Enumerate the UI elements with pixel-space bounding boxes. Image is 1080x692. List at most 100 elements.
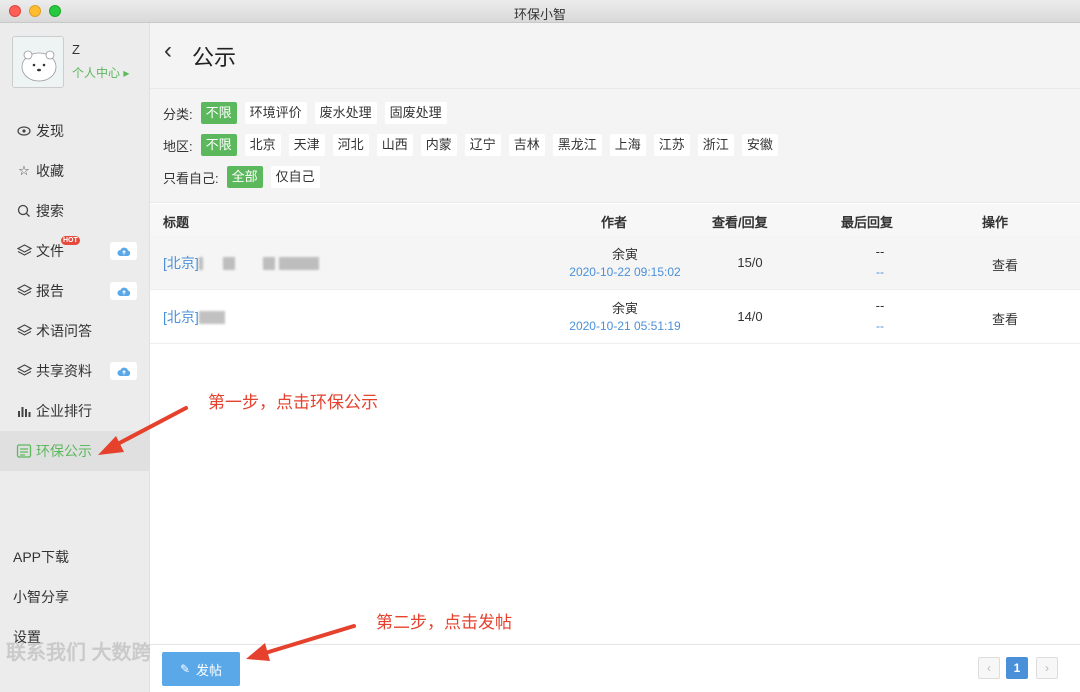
sidebar-item-label: 收藏 — [36, 163, 64, 179]
column-header-author: 作者 — [601, 215, 628, 230]
column-header-last-reply: 最后回复 — [841, 215, 894, 230]
chip-region[interactable]: 北京 — [244, 134, 281, 156]
filter-mine: 只看自己: 全部 仅自己 — [163, 166, 328, 188]
sidebar-item-glossary[interactable]: 术语问答 — [0, 311, 150, 351]
page-title: 公示 — [192, 45, 237, 70]
search-icon — [16, 203, 32, 219]
page-button-current[interactable]: 1 — [1006, 657, 1028, 679]
chip-region[interactable]: 山西 — [376, 134, 413, 156]
chip-region[interactable]: 黑龙江 — [552, 134, 602, 156]
eye-icon — [16, 123, 32, 139]
filter-label: 分类: — [163, 106, 193, 122]
table-header: 标题 作者 查看/回复 最后回复 操作 — [150, 204, 1080, 236]
chip-region[interactable]: 上海 — [609, 134, 646, 156]
sidebar-item-label: 术语问答 — [36, 323, 92, 339]
chip-region[interactable]: 浙江 — [697, 134, 734, 156]
watermark: 联系我们 大数跨境 — [6, 642, 172, 664]
filter-region: 地区: 不限 北京 天津 河北 山西 内蒙 辽宁 吉林 黑龙江 上海 江苏 浙江… — [163, 134, 786, 156]
post-date: 2020-10-21 05:51:19 — [569, 319, 681, 333]
page-header: ‹ 公示 — [150, 23, 1080, 89]
table-row: [北京] 余寅 2020-10-22 09:15:02 15/0 -- -- 查… — [150, 236, 1080, 290]
prev-page-button[interactable]: ‹ — [978, 657, 1000, 679]
layers-icon — [16, 243, 32, 259]
avatar[interactable] — [12, 36, 64, 88]
pencil-icon: ✎ — [179, 662, 191, 676]
sidebar-item-label: 企业排行 — [36, 403, 92, 419]
sidebar: Z 个人中心 ▸ 发现 ☆ 收藏 搜索 文件 HOT 报告 术语问答 共享资料 … — [0, 23, 172, 692]
sidebar-item-discover[interactable]: 发现 — [0, 111, 150, 151]
chip-region[interactable]: 不限 — [200, 134, 237, 156]
cloud-upload-icon[interactable] — [110, 282, 137, 300]
back-arrow-icon[interactable]: ‹ — [164, 39, 184, 64]
column-header-title: 标题 — [163, 215, 190, 230]
filter-label: 地区: — [163, 138, 193, 154]
cloud-upload-icon[interactable] — [110, 362, 137, 380]
sidebar-item-favorites[interactable]: ☆ 收藏 — [0, 151, 150, 191]
new-post-label: 发帖 — [196, 662, 223, 678]
footer-bar: ✎ 发帖 ‹ 1 › — [150, 644, 1080, 692]
chip-region[interactable]: 江苏 — [653, 134, 690, 156]
polar-bear-avatar-icon — [13, 37, 63, 87]
chip-region[interactable]: 安徽 — [741, 134, 778, 156]
chip-region[interactable]: 河北 — [332, 134, 369, 156]
sidebar-item-notices[interactable]: 环保公示 — [0, 431, 150, 471]
sidebar-item-reports[interactable]: 报告 — [0, 271, 150, 311]
filter-category: 分类: 不限 环境评价 废水处理 固废处理 — [163, 102, 455, 124]
bar-chart-icon — [16, 403, 32, 419]
sidebar-item-shared[interactable]: 共享资料 — [0, 351, 150, 391]
sidebar-item-files[interactable]: 文件 HOT — [0, 231, 150, 271]
star-icon: ☆ — [18, 163, 30, 178]
sidebar-item-label: 共享资料 — [36, 363, 92, 379]
view-button[interactable]: 查看 — [970, 255, 1040, 274]
chip-region[interactable]: 吉林 — [508, 134, 545, 156]
post-author: 余寅 — [611, 247, 638, 262]
sidebar-item-label: 发现 — [36, 123, 64, 139]
main-content: ‹ 公示 分类: 不限 环境评价 废水处理 固废处理 地区: 不限 北京 天津 … — [150, 23, 1080, 692]
column-header-action: 操作 — [982, 215, 1009, 230]
chip-category-all[interactable]: 不限 — [200, 102, 237, 124]
layers-icon — [16, 283, 32, 299]
chip-mine-all[interactable]: 全部 — [226, 166, 263, 188]
sidebar-item-search[interactable]: 搜索 — [0, 191, 150, 231]
post-date: 2020-10-22 09:15:02 — [569, 265, 681, 279]
annotation-step1: 第一步，点击环保公示 — [208, 393, 378, 412]
chip-category-solidwaste[interactable]: 固废处理 — [384, 102, 447, 124]
chip-mine-only[interactable]: 仅自己 — [270, 166, 320, 188]
filter-label: 只看自己: — [163, 170, 219, 186]
chip-category-eia[interactable]: 环境评价 — [244, 102, 307, 124]
username: Z — [72, 42, 80, 57]
hot-badge: HOT — [61, 236, 80, 245]
cloud-upload-icon[interactable] — [110, 242, 137, 260]
post-title-link[interactable]: [北京] — [163, 307, 225, 327]
sidebar-share[interactable]: 小智分享 — [13, 587, 69, 607]
column-header-views: 查看/回复 — [712, 215, 768, 230]
table-row: [北京] 余寅 2020-10-21 05:51:19 14/0 -- -- 查… — [150, 290, 1080, 344]
layers-icon — [16, 363, 32, 379]
post-views: 15/0 — [737, 255, 763, 270]
next-page-button[interactable]: › — [1036, 657, 1058, 679]
new-post-button[interactable]: ✎ 发帖 — [162, 652, 240, 686]
last-reply: -- — [875, 298, 885, 313]
sidebar-app-download[interactable]: APP下载 — [13, 547, 69, 567]
chip-category-wastewater[interactable]: 废水处理 — [314, 102, 377, 124]
sidebar-item-label: 搜索 — [36, 203, 64, 219]
sidebar-item-label: 文件 — [36, 243, 64, 259]
view-button[interactable]: 查看 — [970, 309, 1040, 328]
last-reply-date: -- — [876, 319, 884, 333]
sidebar-item-ranking[interactable]: 企业排行 — [0, 391, 150, 431]
chip-region[interactable]: 辽宁 — [464, 134, 501, 156]
sidebar-item-label: 报告 — [36, 283, 64, 299]
last-reply: -- — [875, 244, 885, 259]
last-reply-date: -- — [876, 265, 884, 279]
post-views: 14/0 — [737, 309, 763, 324]
notice-icon — [16, 443, 32, 459]
post-author: 余寅 — [611, 301, 638, 316]
window-titlebar: 环保小智 — [0, 0, 1080, 23]
post-title-link[interactable]: [北京] — [163, 253, 319, 273]
window-title: 环保小智 — [513, 7, 566, 22]
chip-region[interactable]: 天津 — [288, 134, 325, 156]
profile-link[interactable]: 个人中心 ▸ — [72, 64, 129, 81]
layers-icon — [16, 323, 32, 339]
filter-panel: 分类: 不限 环境评价 废水处理 固废处理 地区: 不限 北京 天津 河北 山西… — [150, 89, 1080, 203]
chip-region[interactable]: 内蒙 — [420, 134, 457, 156]
